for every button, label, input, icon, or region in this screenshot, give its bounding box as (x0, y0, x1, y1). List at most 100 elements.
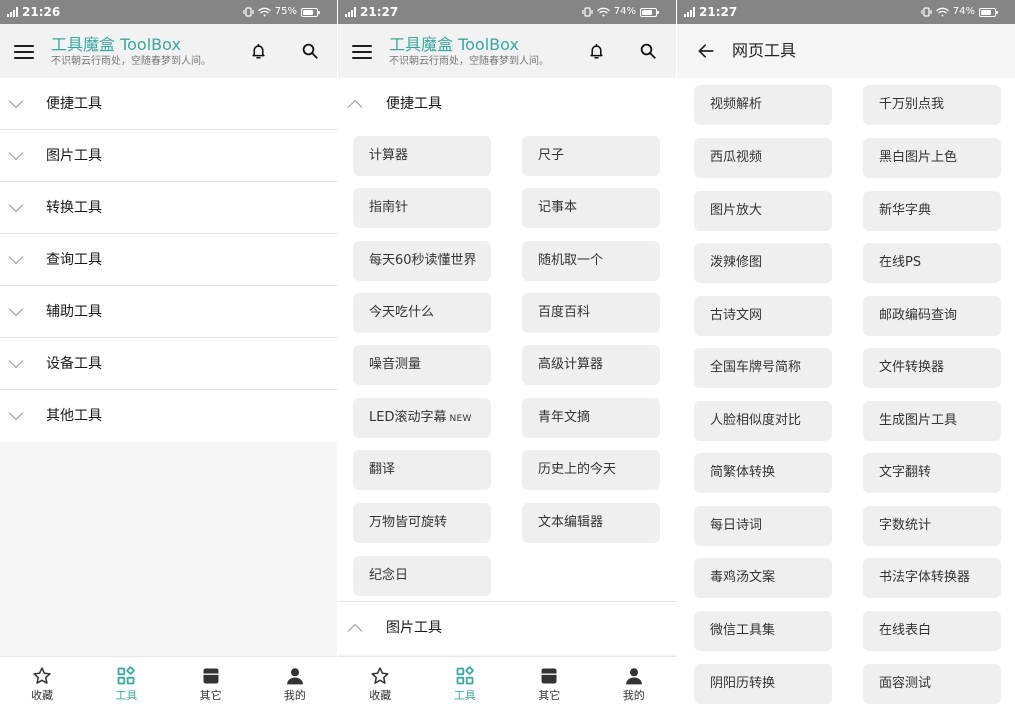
category-row-image[interactable]: 图片工具 (338, 602, 676, 654)
page-title: 网页工具 (732, 41, 797, 60)
nav-label: 我的 (622, 689, 645, 702)
chevron-down-icon (8, 204, 24, 213)
bell-icon[interactable] (588, 41, 605, 61)
category-label: 图片工具 (46, 148, 102, 164)
nav-label: 我的 (283, 689, 306, 702)
category-row-image[interactable]: 图片工具 (0, 130, 337, 182)
category-row-device[interactable]: 设备工具 (0, 338, 337, 390)
tool-button[interactable]: 简繁体转换 (694, 453, 832, 493)
tool-button[interactable]: 邮政编码查询 (863, 296, 1001, 336)
tool-button[interactable]: 文件转换器 (863, 348, 1001, 388)
nav-profile[interactable]: 我的 (592, 657, 677, 708)
tool-button[interactable]: 书法字体转换器 (863, 558, 1001, 598)
tool-button[interactable]: 黑白图片上色 (863, 138, 1001, 178)
chevron-up-icon (347, 99, 363, 108)
tool-button[interactable]: 历史上的今天 (522, 450, 660, 490)
status-icons: 74% (582, 5, 660, 19)
battery-percent: 75% (274, 6, 297, 17)
app-bar: 工具魔盒 ToolBox 不识朝云行雨处，空随春梦到人间。 (338, 24, 676, 78)
tool-button[interactable]: 人脸相似度对比 (694, 401, 832, 441)
category-label: 图片工具 (386, 620, 442, 636)
category-row-convenience[interactable]: 便捷工具 (0, 78, 337, 130)
tool-button[interactable]: 万物皆可旋转 (353, 503, 491, 543)
tool-button[interactable]: 青年文摘 (522, 398, 660, 438)
tool-button[interactable]: 今天吃什么 (353, 293, 491, 333)
tool-button[interactable]: 毒鸡汤文案 (694, 558, 832, 598)
tool-button[interactable]: 生成图片工具 (863, 401, 1001, 441)
menu-icon[interactable] (352, 44, 372, 60)
nav-others[interactable]: 其它 (169, 657, 253, 708)
status-bar: 21:27 74% (677, 0, 1015, 24)
menu-icon[interactable] (14, 44, 34, 60)
tool-button[interactable]: 面容测试 (863, 664, 1001, 704)
vibrate-icon (582, 7, 593, 17)
tool-button[interactable]: 阴阳历转换 (694, 664, 832, 704)
status-icons: 75% (243, 5, 321, 19)
tool-button[interactable]: 在线表白 (863, 611, 1001, 651)
category-row-convenience[interactable]: 便捷工具 (338, 78, 676, 130)
app-subtitle: 不识朝云行雨处，空随春梦到人间。 (389, 56, 549, 67)
tool-button[interactable]: 微信工具集 (694, 611, 832, 651)
tool-button[interactable]: 图片放大 (694, 191, 832, 231)
nav-label: 工具 (453, 689, 476, 702)
tool-button[interactable]: 随机取一个 (522, 241, 660, 281)
tool-button[interactable]: 高级计算器 (522, 345, 660, 385)
tool-button[interactable]: 在线PS (863, 243, 1001, 283)
status-time: 21:27 (699, 5, 738, 19)
wifi-icon (258, 7, 271, 17)
tool-button[interactable]: 纪念日 (353, 556, 491, 596)
tool-button[interactable]: 计算器 (353, 136, 491, 176)
nav-favorites[interactable]: 收藏 (0, 657, 84, 708)
tool-button[interactable]: 每天60秒读懂世界 (353, 241, 491, 281)
tool-button[interactable]: 百度百科 (522, 293, 660, 333)
tool-button[interactable]: 尺子 (522, 136, 660, 176)
tool-button[interactable]: 字数统计 (863, 506, 1001, 546)
tool-button[interactable]: 记事本 (522, 188, 660, 228)
nav-profile[interactable]: 我的 (253, 657, 337, 708)
tool-button[interactable]: 新华字典 (863, 191, 1001, 231)
tool-button[interactable]: 噪音测量 (353, 345, 491, 385)
tool-button[interactable]: 每日诗词 (694, 506, 832, 546)
chevron-down-icon (8, 100, 24, 109)
chevron-down-icon (8, 308, 24, 317)
nav-others[interactable]: 其它 (507, 657, 592, 708)
tool-button[interactable]: 翻译 (353, 450, 491, 490)
category-label: 便捷工具 (386, 96, 442, 112)
chevron-down-icon (8, 360, 24, 369)
nav-tools[interactable]: 工具 (84, 657, 168, 708)
tool-button[interactable]: 千万别点我 (863, 85, 1001, 125)
cellular-signal-icon (345, 7, 356, 17)
bell-icon[interactable] (250, 41, 267, 61)
battery-icon (301, 7, 320, 17)
tool-button[interactable]: 古诗文网 (694, 296, 832, 336)
status-time: 21:27 (360, 5, 399, 19)
tool-button[interactable]: 文本编辑器 (522, 503, 660, 543)
star-icon (371, 667, 389, 684)
box-icon (203, 668, 219, 684)
nav-label: 收藏 (31, 689, 54, 702)
tool-button[interactable]: 西瓜视频 (694, 138, 832, 178)
category-row-conversion[interactable]: 转换工具 (0, 182, 337, 234)
nav-tools[interactable]: 工具 (423, 657, 508, 708)
nav-favorites[interactable]: 收藏 (338, 657, 423, 708)
wifi-icon (936, 7, 949, 17)
category-row-query[interactable]: 查询工具 (0, 234, 337, 286)
box-icon (541, 668, 557, 684)
cellular-signal-icon (7, 7, 18, 17)
search-icon[interactable] (301, 42, 319, 60)
app-bar: 工具魔盒 ToolBox 不识朝云行雨处，空随春梦到人间。 (0, 24, 337, 78)
battery-level (642, 9, 652, 15)
battery-level (981, 9, 991, 15)
tool-button[interactable]: 视频解析 (694, 85, 832, 125)
tool-button-led-scroll[interactable]: LED滚动字幕 NEW (353, 398, 491, 438)
search-icon[interactable] (639, 42, 657, 60)
category-row-assist[interactable]: 辅助工具 (0, 286, 337, 338)
tool-button[interactable]: 文字翻转 (863, 453, 1001, 493)
category-row-other[interactable]: 其他工具 (0, 390, 337, 442)
tool-button[interactable]: 指南针 (353, 188, 491, 228)
vibrate-icon (921, 7, 932, 17)
back-arrow-icon[interactable] (696, 41, 716, 61)
tool-button[interactable]: 全国车牌号简称 (694, 348, 832, 388)
tool-button[interactable]: 泼辣修图 (694, 243, 832, 283)
screen-tools-home: 21:26 75% 工具魔盒 ToolBox 不识朝云行雨处，空随春梦到人间。 … (0, 0, 337, 708)
